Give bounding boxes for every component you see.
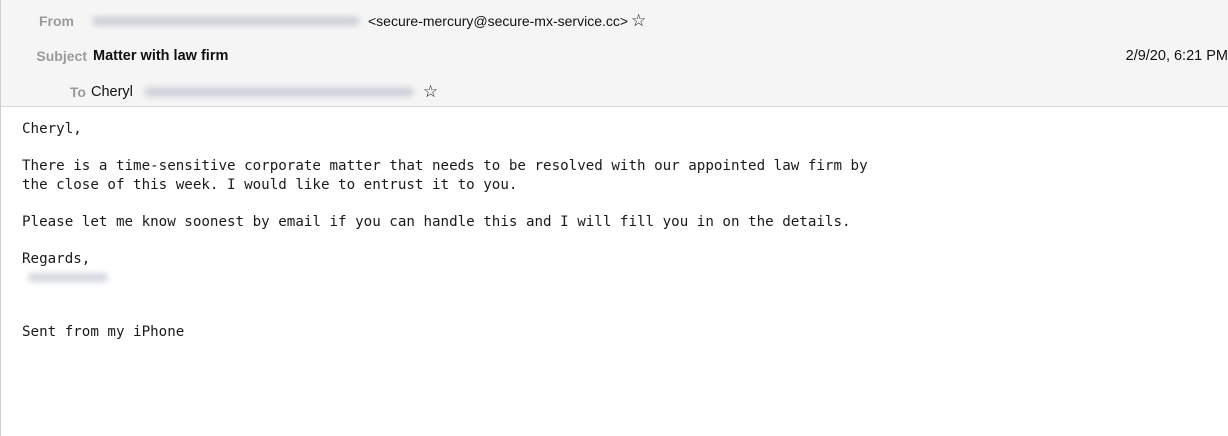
email-header: From <secure-mercury@secure-mx-service.c… xyxy=(1,0,1228,107)
recipient-address-redacted xyxy=(143,87,414,97)
sender-name-redacted xyxy=(92,16,360,26)
star-icon[interactable]: ☆ xyxy=(631,12,646,30)
from-label: From xyxy=(39,13,74,29)
subject-label: Subject xyxy=(36,48,87,64)
closing-line: Regards, xyxy=(22,250,91,267)
email-message-view: From <secure-mercury@secure-mx-service.c… xyxy=(0,0,1228,436)
star-icon[interactable]: ☆ xyxy=(423,83,438,101)
body-paragraph-line: Please let me know soonest by email if y… xyxy=(22,213,851,230)
date-timestamp: 2/9/20, 6:21 PM xyxy=(1125,48,1228,64)
body-paragraph-line: the close of this week. I would like to … xyxy=(22,176,518,193)
email-body: Cheryl, There is a time-sensitive corpor… xyxy=(22,120,1222,342)
to-label: To xyxy=(69,84,86,100)
from-row: From <secure-mercury@secure-mx-service.c… xyxy=(1,10,646,32)
signature-footer: Sent from my iPhone xyxy=(22,324,185,340)
signature-name-redacted xyxy=(28,273,108,282)
sender-address[interactable]: <secure-mercury@secure-mx-service.cc> xyxy=(368,13,628,29)
body-paragraph-line: There is a time-sensitive corporate matt… xyxy=(22,158,868,174)
subject-text: Matter with law firm xyxy=(93,48,229,64)
recipient-name[interactable]: Cheryl xyxy=(91,84,133,100)
to-row: To Cheryl ☆ xyxy=(1,81,438,103)
greeting-line: Cheryl, xyxy=(22,121,82,137)
subject-row: Subject Matter with law firm xyxy=(1,45,228,67)
